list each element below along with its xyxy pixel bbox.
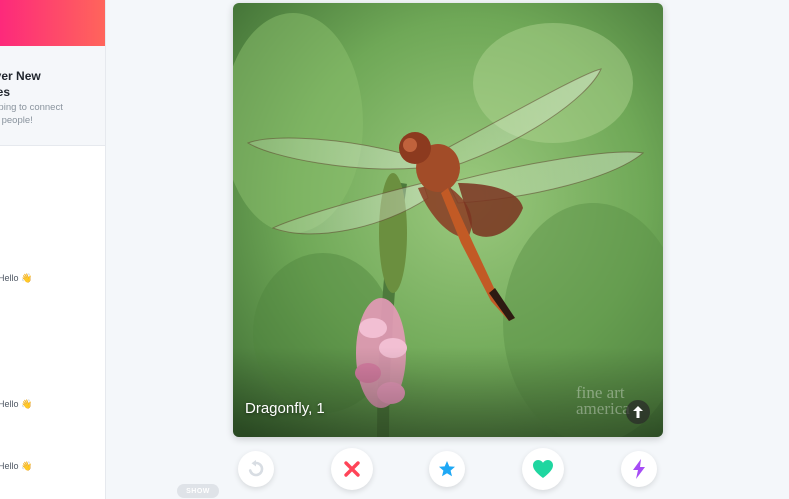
nope-button[interactable]	[331, 448, 373, 490]
star-icon	[439, 461, 455, 477]
super-like-button[interactable]	[429, 451, 465, 487]
watermark: fine art america	[576, 383, 630, 418]
info-button[interactable]	[626, 400, 650, 424]
arrow-up-icon	[633, 406, 643, 418]
sidebar-header[interactable]	[0, 0, 105, 46]
discover-title: Discover New Matches	[0, 69, 41, 99]
profile-card[interactable]: fine art america Dragonfly, 1	[233, 3, 663, 437]
heart-icon	[533, 460, 553, 478]
discover-panel: Discover New Matches Start swiping to co…	[0, 46, 105, 146]
match-message[interactable]: New match! Say Hello 👋	[0, 399, 100, 410]
match-message[interactable]: New match! Say Hello 👋	[0, 273, 100, 284]
boost-button[interactable]	[621, 451, 657, 487]
close-icon	[344, 461, 360, 477]
profile-name-age: Dragonfly, 1	[245, 400, 325, 417]
show-button[interactable]: SHOW	[177, 484, 219, 498]
rewind-button[interactable]	[238, 451, 274, 487]
lightning-icon	[633, 459, 645, 479]
rewind-icon	[248, 460, 264, 477]
like-button[interactable]	[522, 448, 564, 490]
discover-text: Start swiping to connect with new people…	[0, 102, 63, 126]
sidebar: Discover New Matches Start swiping to co…	[0, 0, 106, 499]
match-message[interactable]: New match! Say Hello 👋	[0, 461, 100, 472]
